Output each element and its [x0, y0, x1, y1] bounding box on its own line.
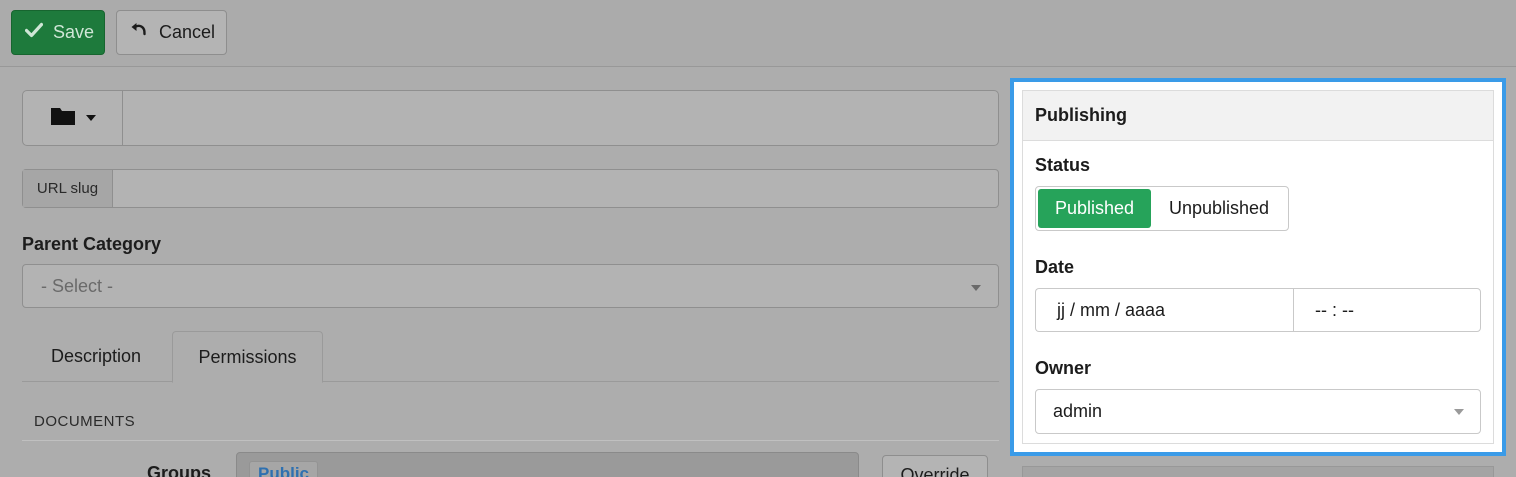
- publishing-panel-highlight: Publishing Status Published Unpublished …: [1010, 78, 1506, 456]
- cancel-button[interactable]: Cancel: [116, 10, 227, 55]
- date-input[interactable]: jj / mm / aaaa: [1035, 288, 1293, 332]
- cancel-button-label: Cancel: [159, 22, 216, 42]
- title-input[interactable]: [124, 91, 998, 145]
- parent-category-label: Parent Category: [22, 234, 162, 254]
- tab-bar: Description Permissions: [22, 331, 999, 383]
- override-button[interactable]: Override: [882, 455, 988, 477]
- url-slug-input[interactable]: [114, 170, 998, 207]
- next-panel: [1022, 466, 1494, 477]
- parent-category-select[interactable]: - Select -: [22, 264, 999, 308]
- tab-permissions[interactable]: Permissions: [172, 331, 323, 383]
- publishing-panel-title: Publishing: [1023, 91, 1493, 141]
- url-slug-field-group: URL slug: [22, 169, 999, 208]
- category-type-dropdown[interactable]: [23, 91, 123, 145]
- status-unpublished-button[interactable]: Unpublished: [1152, 189, 1286, 228]
- time-input[interactable]: -- : --: [1293, 288, 1481, 332]
- undo-icon: [130, 22, 148, 43]
- group-chip-public[interactable]: Public: [249, 461, 319, 477]
- documents-section-label: DOCUMENTS: [34, 413, 136, 430]
- tab-description[interactable]: Description: [22, 331, 170, 382]
- save-button-label: Save: [53, 22, 95, 42]
- date-label: Date: [1035, 257, 1075, 277]
- groups-input[interactable]: Public: [236, 452, 859, 477]
- parent-category-value: - Select -: [41, 275, 114, 296]
- publishing-panel: Publishing Status Published Unpublished …: [1022, 90, 1494, 444]
- caret-down-icon: [85, 115, 96, 121]
- caret-down-icon: [971, 285, 981, 291]
- status-published-button[interactable]: Published: [1038, 189, 1151, 228]
- title-field-group: [22, 90, 999, 146]
- url-slug-label: URL slug: [23, 170, 113, 207]
- owner-label: Owner: [1035, 358, 1092, 378]
- divider: [22, 440, 999, 441]
- groups-label: Groups: [147, 463, 212, 477]
- status-toggle-group: Published Unpublished: [1035, 186, 1289, 231]
- save-button[interactable]: Save: [11, 10, 105, 55]
- status-label: Status: [1035, 155, 1091, 175]
- caret-down-icon: [1454, 409, 1464, 415]
- owner-value: admin: [1053, 401, 1103, 421]
- toolbar: Save Cancel: [0, 0, 1516, 67]
- check-icon: [24, 22, 44, 43]
- owner-select[interactable]: admin: [1035, 389, 1481, 434]
- folder-icon: [50, 105, 76, 132]
